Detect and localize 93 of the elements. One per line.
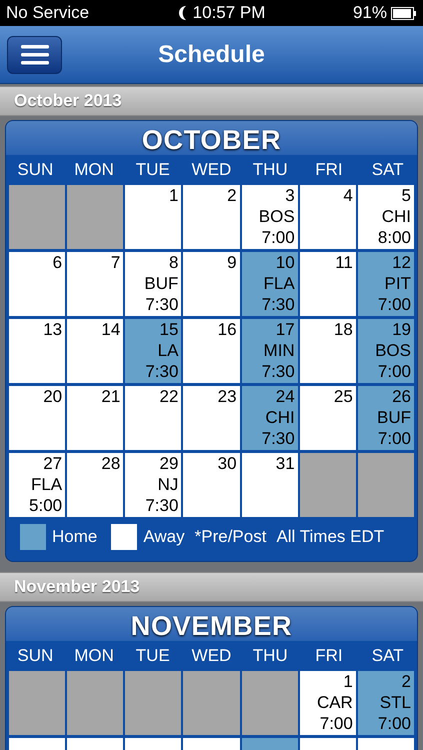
day-number: 1 — [168, 185, 178, 206]
day-number: 12 — [392, 252, 411, 273]
home-swatch — [20, 524, 46, 550]
day-number: 23 — [218, 386, 237, 407]
opponent-label: FLA — [30, 474, 62, 495]
day-number: 11 — [335, 252, 353, 273]
day-number: 1 — [343, 671, 353, 692]
day-number: 30 — [218, 453, 237, 474]
battery-percent: 91% — [352, 2, 387, 24]
opponent-label: BUF — [144, 273, 178, 294]
section-title: October 2013 — [14, 90, 122, 112]
day-number: 15 — [160, 319, 178, 340]
game-time: 7:30 — [262, 361, 295, 382]
day-number: 20 — [43, 386, 62, 407]
game-time: 5:00 — [29, 495, 62, 516]
day-number: 28 — [101, 453, 120, 474]
opponent-label: MIN — [264, 340, 295, 361]
legend-label: Home — [52, 526, 98, 548]
game-time: 7:00 — [378, 361, 411, 382]
weekday-label: WED — [190, 645, 232, 668]
game-time: 7:30 — [145, 294, 178, 315]
day-number: 2 — [227, 185, 237, 206]
day-number: 19 — [392, 319, 411, 340]
away-swatch — [111, 524, 138, 550]
day-number: 31 — [276, 453, 295, 474]
section-title: November 2013 — [14, 576, 140, 598]
weekday-label: SAT — [370, 645, 405, 668]
day-number: 16 — [218, 319, 237, 340]
game-time: 7:30 — [262, 428, 295, 449]
opponent-label: BUF — [376, 407, 411, 428]
weekday-label: SUN — [16, 645, 54, 668]
weekday-label: MON — [73, 159, 115, 182]
game-time: 7:00 — [262, 227, 295, 248]
weekday-label: THU — [252, 645, 289, 668]
opponent-label: STL — [380, 692, 411, 713]
game-time: 7:30 — [145, 361, 178, 382]
legend-note: *Pre/Post — [194, 526, 266, 548]
screen-title: Schedule — [158, 40, 265, 70]
carrier-label: No Service — [6, 2, 90, 24]
day-number: 25 — [334, 386, 353, 407]
battery-icon — [391, 6, 417, 20]
day-number: 26 — [392, 386, 411, 407]
opponent-label: BOS — [258, 206, 295, 227]
weekday-label: SUN — [16, 159, 54, 182]
game-time: 7:00 — [378, 713, 411, 734]
game-time: 7:00 — [320, 713, 353, 734]
day-number: 7 — [110, 252, 120, 273]
day-number: 4 — [343, 185, 353, 206]
day-number: 27 — [43, 453, 62, 474]
opponent-label: LA — [158, 340, 178, 361]
opponent-label: PIT — [384, 273, 411, 294]
weekday-label: MON — [73, 645, 115, 668]
weekday-label: THU — [252, 159, 289, 182]
game-time: 7:30 — [262, 294, 295, 315]
opponent-label: CHI — [265, 407, 295, 428]
clock-label: 10:57 PM — [192, 2, 266, 24]
weekday-label: WED — [190, 159, 232, 182]
day-number: 2 — [402, 671, 411, 692]
month-title: NOVEMBER — [130, 611, 292, 641]
day-number: 24 — [276, 386, 295, 407]
day-number: 22 — [160, 386, 178, 407]
day-number: 6 — [52, 252, 62, 273]
day-number: 10 — [276, 252, 295, 273]
menu-icon — [20, 44, 48, 64]
weekday-label: TUE — [134, 645, 171, 668]
weekday-label: FRI — [314, 645, 344, 668]
timezone-note: All Times EDT — [276, 526, 384, 548]
weekday-label: FRI — [314, 159, 344, 182]
menu-button[interactable] — [7, 36, 62, 74]
opponent-label: FLA — [264, 273, 295, 294]
weekday-label: SAT — [370, 159, 405, 182]
day-number: 14 — [101, 319, 120, 340]
month-title: OCTOBER — [142, 125, 282, 155]
weekday-label: TUE — [134, 159, 171, 182]
day-number: 3 — [285, 185, 295, 206]
day-number: 17 — [276, 319, 295, 340]
day-number: 9 — [227, 252, 237, 273]
day-number: 5 — [402, 185, 411, 206]
game-time: 7:00 — [378, 294, 411, 315]
day-number: 8 — [168, 252, 178, 273]
day-number: 21 — [101, 386, 120, 407]
opponent-label: CHI — [382, 206, 411, 227]
opponent-label: NJ — [158, 474, 178, 495]
day-number: 18 — [334, 319, 353, 340]
day-number: 29 — [160, 453, 178, 474]
opponent-label: CAR — [316, 692, 353, 713]
moon-icon — [176, 5, 189, 21]
game-time: 7:30 — [145, 495, 178, 516]
opponent-label: BOS — [375, 340, 411, 361]
day-number: 13 — [43, 319, 62, 340]
game-time: 8:00 — [378, 227, 411, 248]
legend-label: Away — [143, 526, 185, 548]
game-time: 7:00 — [378, 428, 411, 449]
